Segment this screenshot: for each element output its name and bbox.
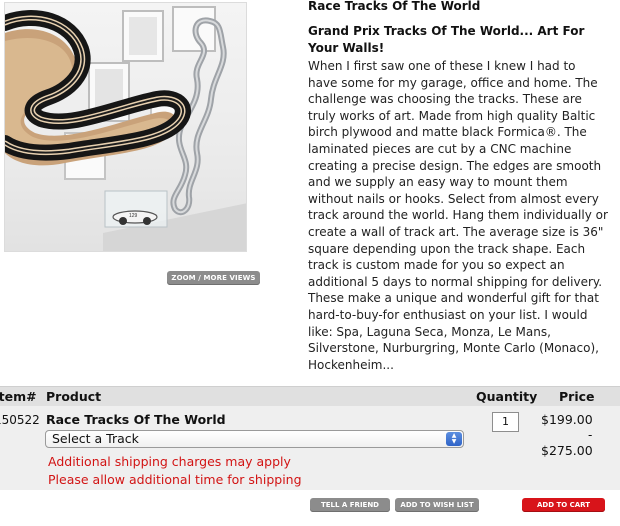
race-track-art-illustration: 129 [5, 6, 246, 251]
column-header-quantity: Quantity [476, 389, 538, 404]
add-to-cart-button[interactable]: ADD TO CART [522, 498, 605, 512]
add-to-wish-list-button[interactable]: ADD TO WISH LIST [395, 498, 479, 512]
column-header-price: Price [559, 389, 595, 404]
item-number: 150522 [0, 413, 40, 427]
svg-text:129: 129 [129, 213, 138, 219]
product-image[interactable]: 129 [4, 2, 247, 252]
product-headline: Grand Prix Tracks Of The World... Art Fo… [308, 24, 585, 55]
price-min: $199.00 [541, 412, 593, 427]
product-description: When I first saw one of these I knew I h… [308, 59, 608, 372]
column-header-item: Item# [0, 389, 37, 404]
up-down-arrows-icon: ▲ ▼ [446, 432, 462, 446]
order-table-header: Item# Product Quantity Price [0, 386, 620, 406]
quantity-input[interactable]: 1 [492, 412, 519, 432]
track-select-value: Select a Track [52, 431, 139, 446]
tell-a-friend-button[interactable]: TELL A FRIEND [310, 498, 390, 512]
column-header-product: Product [46, 389, 102, 404]
product-title: Race Tracks Of The World [308, 0, 481, 13]
zoom-more-views-button[interactable]: ZOOM / MORE VIEWS [167, 271, 260, 285]
row-product-name: Race Tracks Of The World [46, 412, 226, 427]
shipping-time-note: Please allow additional time for shippin… [48, 472, 302, 487]
price-separator: - [588, 428, 593, 442]
price-max: $275.00 [541, 443, 593, 458]
table-row: 150522 Race Tracks Of The World Select a… [0, 406, 620, 490]
track-select-dropdown[interactable]: Select a Track ▲ ▼ [45, 430, 464, 448]
shipping-charges-note: Additional shipping charges may apply [48, 454, 291, 469]
